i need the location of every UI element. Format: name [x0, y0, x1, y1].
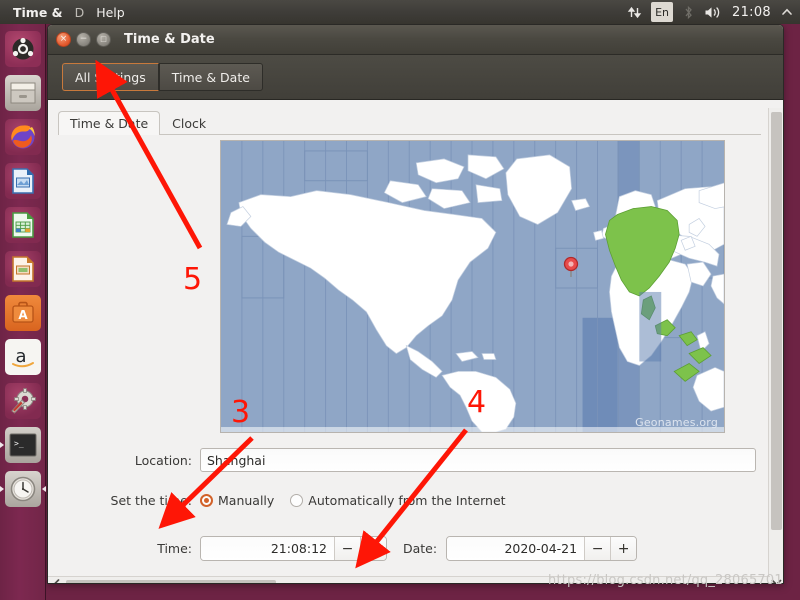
date-spinbutton[interactable]: 2020-04-21 − +: [446, 536, 637, 561]
set-time-label: Set the time:: [48, 493, 200, 508]
location-row: Location: Shanghai: [48, 448, 770, 472]
launcher-item-settings[interactable]: [0, 379, 46, 423]
date-decrement-button[interactable]: −: [584, 537, 610, 560]
window-content: Time & Date Clock: [48, 108, 783, 584]
horizontal-scrollbar-thumb[interactable]: [66, 580, 276, 584]
tab-clock[interactable]: Clock: [160, 111, 218, 135]
close-button[interactable]: ×: [56, 32, 71, 47]
volume-icon[interactable]: [704, 2, 723, 22]
running-indicator-left: [0, 486, 4, 492]
time-decrement-button[interactable]: −: [334, 537, 360, 560]
time-increment-button[interactable]: +: [360, 537, 386, 560]
launcher-item-files[interactable]: [0, 71, 46, 115]
date-increment-button[interactable]: +: [610, 537, 636, 560]
location-pin-icon[interactable]: [562, 255, 580, 279]
time-label: Time:: [48, 541, 200, 556]
panel-menu-help[interactable]: Help: [90, 3, 131, 22]
radio-automatically-label: Automatically from the Internet: [308, 493, 505, 508]
time-and-date-button[interactable]: Time & Date: [159, 63, 263, 91]
minimize-button[interactable]: −: [76, 32, 91, 47]
launcher-item-dash[interactable]: [0, 27, 46, 71]
panel-menu-date[interactable]: D: [69, 3, 91, 22]
radio-automatically[interactable]: Automatically from the Internet: [290, 493, 505, 508]
radio-automatically-indicator[interactable]: [290, 494, 303, 507]
location-input[interactable]: Shanghai: [200, 448, 756, 472]
panel-clock[interactable]: 21:08: [732, 5, 771, 20]
maximize-button[interactable]: □: [96, 32, 111, 47]
time-spinbutton[interactable]: 21:08:12 − +: [200, 536, 387, 561]
radio-manually-label: Manually: [218, 493, 274, 508]
annotation-number-5: 5: [183, 265, 202, 295]
time-and-date-window: × − □ Time & Date All Settings Time & Da…: [47, 24, 784, 584]
window-title: Time & Date: [124, 32, 215, 47]
set-time-row: Set the time: Manually Automatically fro…: [48, 493, 506, 508]
launcher-item-terminal[interactable]: >_: [0, 423, 46, 467]
panel-indicators: En 21:08: [627, 2, 800, 22]
launcher-item-calc[interactable]: [0, 203, 46, 247]
launcher-item-firefox[interactable]: [0, 115, 46, 159]
window-toolbar: All Settings Time & Date: [48, 55, 783, 100]
svg-text:a: a: [15, 346, 26, 367]
tab-bar: Time & Date Clock: [58, 108, 783, 134]
time-date-row: Time: 21:08:12 − + Date: 2020-04-21 − +: [48, 536, 637, 561]
launcher-item-writer[interactable]: [0, 159, 46, 203]
svg-text:A: A: [18, 308, 28, 322]
vertical-scrollbar[interactable]: [768, 108, 783, 584]
location-label: Location:: [48, 453, 200, 468]
annotation-number-4: 4: [467, 388, 486, 418]
chevron-up-icon[interactable]: [780, 2, 794, 22]
watermark: https://blog.csdn.net/qq_28065701: [548, 573, 783, 588]
keyboard-layout-indicator[interactable]: En: [651, 2, 673, 22]
launcher-item-amazon[interactable]: a: [0, 335, 46, 379]
map-attribution: Geonames.org: [635, 416, 718, 429]
launcher-item-software[interactable]: A: [0, 291, 46, 335]
network-icon[interactable]: [627, 2, 642, 22]
launcher-item-time-date[interactable]: [0, 467, 46, 511]
panel-menubar: Time & D Help: [0, 3, 131, 22]
window-titlebar: × − □ Time & Date: [48, 25, 783, 55]
vertical-scrollbar-thumb[interactable]: [771, 112, 782, 530]
tab-time-and-date[interactable]: Time & Date: [58, 111, 160, 135]
ubuntu-desktop: Time & D Help En: [0, 0, 800, 600]
svg-text:>_: >_: [14, 439, 24, 448]
unity-launcher: A a: [0, 24, 46, 600]
focused-indicator-right: [42, 486, 46, 492]
all-settings-button[interactable]: All Settings: [62, 63, 159, 91]
top-panel: Time & D Help En: [0, 0, 800, 24]
radio-manually[interactable]: Manually: [200, 493, 274, 508]
radio-manually-indicator[interactable]: [200, 494, 213, 507]
bluetooth-icon[interactable]: [682, 2, 695, 22]
date-label: Date:: [403, 541, 437, 556]
annotation-number-3: 3: [231, 398, 250, 428]
time-value[interactable]: 21:08:12: [201, 537, 334, 560]
date-value[interactable]: 2020-04-21: [447, 537, 584, 560]
panel-menu-app-title[interactable]: Time &: [7, 3, 69, 22]
running-indicator-left: [0, 442, 4, 448]
launcher-item-impress[interactable]: [0, 247, 46, 291]
chevron-left-icon[interactable]: [50, 578, 63, 584]
